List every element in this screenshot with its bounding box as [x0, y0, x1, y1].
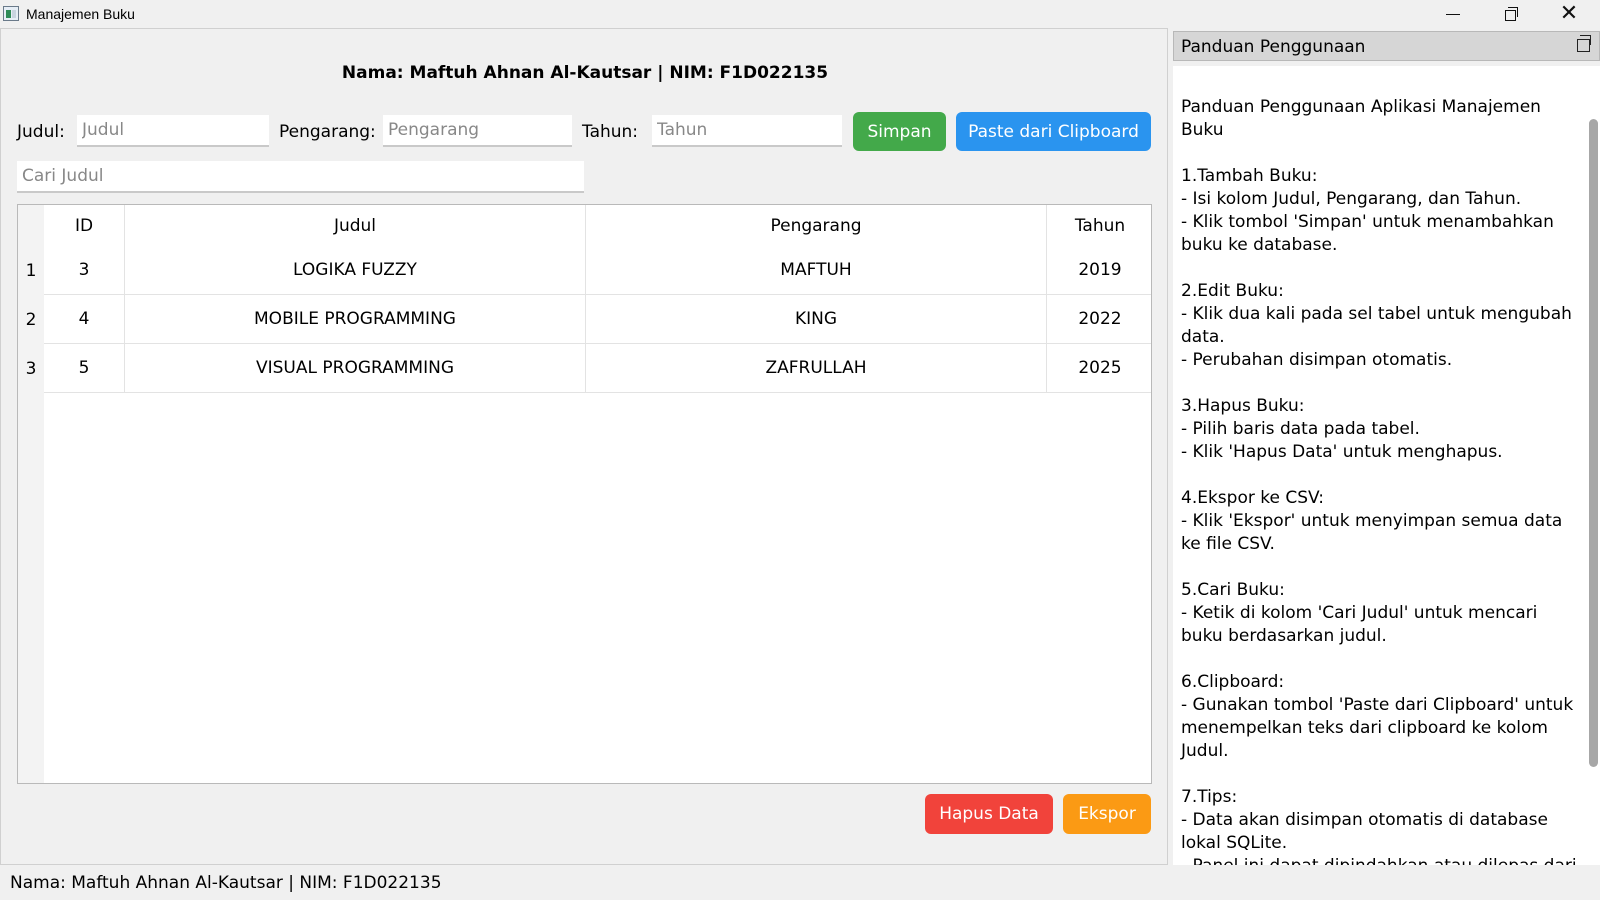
books-table[interactable]: ID Judul Pengarang Tahun 1 3 LOGIKA FUZZ… [17, 204, 1152, 784]
cell-pengarang[interactable]: KING [586, 295, 1047, 344]
guide-scrollbar[interactable] [1584, 66, 1600, 865]
cell-id[interactable]: 3 [44, 246, 125, 295]
column-header-pengarang[interactable]: Pengarang [586, 205, 1047, 246]
tahun-input[interactable] [652, 115, 842, 147]
cell-pengarang[interactable]: MAFTUH [586, 246, 1047, 295]
restore-icon [1504, 6, 1518, 21]
pengarang-input[interactable] [383, 115, 572, 147]
dock-title: Panduan Penggunaan [1181, 37, 1366, 57]
dock-title-bar[interactable]: Panduan Penggunaan [1173, 31, 1600, 61]
restore-button[interactable] [1488, 0, 1534, 28]
search-input[interactable] [17, 161, 584, 193]
table-corner[interactable] [18, 205, 44, 246]
column-header-id[interactable]: ID [44, 205, 125, 246]
delete-data-button[interactable]: Hapus Data [925, 794, 1053, 834]
guide-text: Panduan Penggunaan Aplikasi Manajemen Bu… [1181, 97, 1577, 865]
column-header-judul[interactable]: Judul [125, 205, 586, 246]
cell-tahun[interactable]: 2025 [1047, 344, 1151, 393]
cell-tahun[interactable]: 2022 [1047, 295, 1151, 344]
export-button[interactable]: Ekspor [1063, 794, 1151, 834]
minimize-icon [1446, 13, 1460, 15]
app-icon [3, 6, 19, 21]
title-bar: Manajemen Buku ✕ [0, 0, 1600, 28]
judul-input[interactable] [77, 115, 269, 147]
judul-label: Judul: [17, 122, 65, 142]
cell-pengarang[interactable]: ZAFRULLAH [586, 344, 1047, 393]
column-header-tahun[interactable]: Tahun [1047, 205, 1151, 246]
window-title: Manajemen Buku [26, 6, 135, 22]
save-button[interactable]: Simpan [853, 112, 946, 151]
main-panel: Nama: Maftuh Ahnan Al-Kautsar | NIM: F1D… [0, 28, 1168, 865]
paste-clipboard-button[interactable]: Paste dari Clipboard [956, 112, 1151, 151]
status-bar: Nama: Maftuh Ahnan Al-Kautsar | NIM: F1D… [10, 873, 442, 893]
row-header-2[interactable]: 2 [18, 295, 44, 344]
cell-id[interactable]: 5 [44, 344, 125, 393]
float-dock-icon[interactable] [1577, 35, 1591, 52]
guide-content: Panduan Penggunaan Aplikasi Manajemen Bu… [1173, 66, 1584, 865]
cell-judul[interactable]: VISUAL PROGRAMMING [125, 344, 586, 393]
pengarang-label: Pengarang: [279, 122, 376, 142]
cell-id[interactable]: 4 [44, 295, 125, 344]
guide-dock-panel: Panduan Penggunaan Panduan Penggunaan Ap… [1173, 31, 1600, 865]
cell-judul[interactable]: LOGIKA FUZZY [125, 246, 586, 295]
close-button[interactable]: ✕ [1546, 0, 1592, 28]
cell-judul[interactable]: MOBILE PROGRAMMING [125, 295, 586, 344]
scrollbar-thumb[interactable] [1589, 119, 1598, 767]
row-header-1[interactable]: 1 [18, 246, 44, 295]
cell-tahun[interactable]: 2019 [1047, 246, 1151, 295]
minimize-button[interactable] [1430, 0, 1476, 28]
tahun-label: Tahun: [582, 122, 639, 142]
identity-header: Nama: Maftuh Ahnan Al-Kautsar | NIM: F1D… [341, 63, 829, 83]
row-header-3[interactable]: 3 [18, 344, 44, 393]
close-icon: ✕ [1559, 1, 1579, 26]
